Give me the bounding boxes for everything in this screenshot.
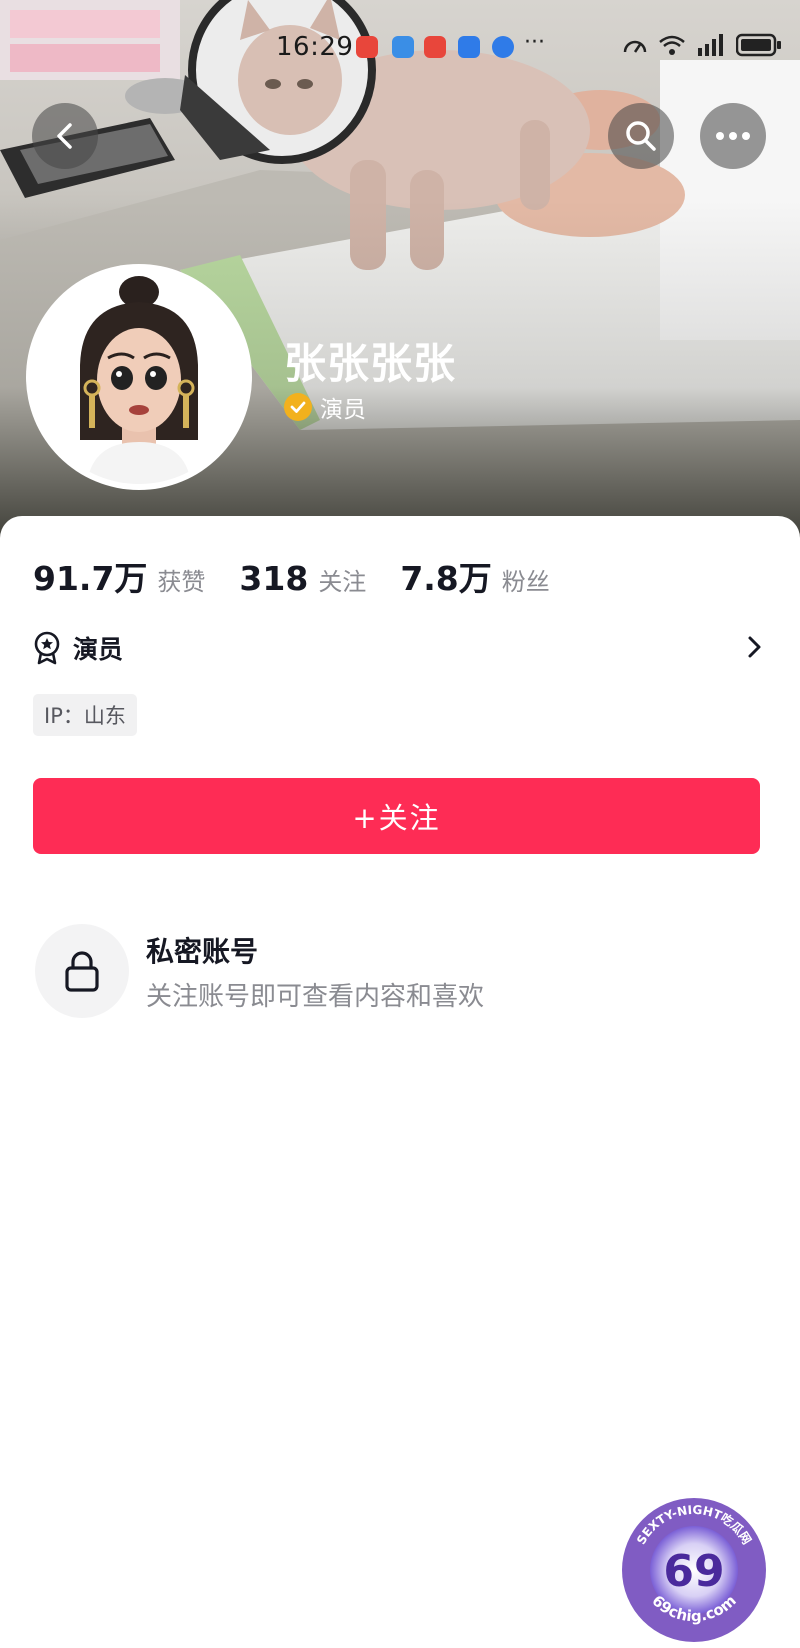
message-icon (392, 36, 414, 58)
profile-stats: 91.7万 获赞 318 关注 7.8万 粉丝 (33, 552, 584, 600)
more-button[interactable] (700, 103, 766, 169)
signal-icon (698, 34, 723, 56)
shield-icon (458, 36, 480, 58)
more-notifications-icon: ··· (524, 30, 545, 55)
profile-page: 16:29 ··· 张张张张 演员 91.7万 获赞 318 关注 7.8万 粉… (0, 0, 800, 1648)
profile-nickname: 张张张张 (284, 339, 457, 388)
cartoon-girl-avatar (32, 270, 246, 484)
award-badge-icon (34, 631, 60, 665)
status-time: 16:29 (276, 32, 354, 62)
profile-info-card: 91.7万 获赞 318 关注 7.8万 粉丝 演员 IP：山东 +关注 私密账… (0, 516, 800, 1648)
stat-likes-value: 91.7万 (33, 559, 148, 598)
system-status-icons (622, 33, 782, 57)
chevron-left-icon (57, 123, 72, 149)
wifi-icon (659, 35, 685, 55)
stat-likes[interactable]: 91.7万 获赞 (33, 552, 205, 600)
svg-text:69: 69 (663, 1546, 724, 1597)
profile-banner: 16:29 ··· 张张张张 演员 (0, 0, 800, 540)
private-account-title: 私密账号 (146, 935, 259, 968)
stat-followers-label: 粉丝 (501, 568, 550, 596)
role-label: 演员 (73, 635, 124, 664)
role-row[interactable]: 演员 (33, 626, 763, 670)
app-notification-icon (424, 36, 446, 58)
follow-button[interactable]: +关注 (33, 778, 760, 854)
ip-location-tag: IP：山东 (33, 694, 137, 736)
missed-call-icon (356, 36, 378, 58)
verified-check-icon (284, 393, 312, 421)
battery-icon (736, 33, 781, 57)
private-account-icon-wrap (35, 924, 129, 1018)
verified-label: 演员 (320, 397, 366, 423)
back-button[interactable] (32, 103, 98, 169)
lock-icon (65, 951, 99, 992)
stat-likes-label: 获赞 (157, 568, 206, 596)
search-icon (626, 121, 656, 151)
private-account-subtitle: 关注账号即可查看内容和喜欢 (146, 982, 485, 1012)
verified-row: 演员 (284, 390, 366, 424)
browser-icon (492, 36, 514, 58)
stat-following-value: 318 (239, 559, 309, 598)
speed-icon (623, 40, 647, 53)
search-button[interactable] (608, 103, 674, 169)
more-horizontal-icon (716, 132, 750, 140)
status-bar: 16:29 ··· (0, 30, 800, 66)
stat-followers-value: 7.8万 (400, 559, 492, 598)
avatar[interactable] (32, 270, 246, 484)
stat-following-label: 关注 (318, 568, 367, 596)
stat-followers[interactable]: 7.8万 粉丝 (400, 552, 549, 600)
stat-following[interactable]: 318 关注 (239, 559, 366, 598)
site-watermark-logo: SEXTY-NIGHT吃瓜网 69 69chig.com (622, 1498, 766, 1642)
chevron-right-icon (748, 636, 761, 658)
